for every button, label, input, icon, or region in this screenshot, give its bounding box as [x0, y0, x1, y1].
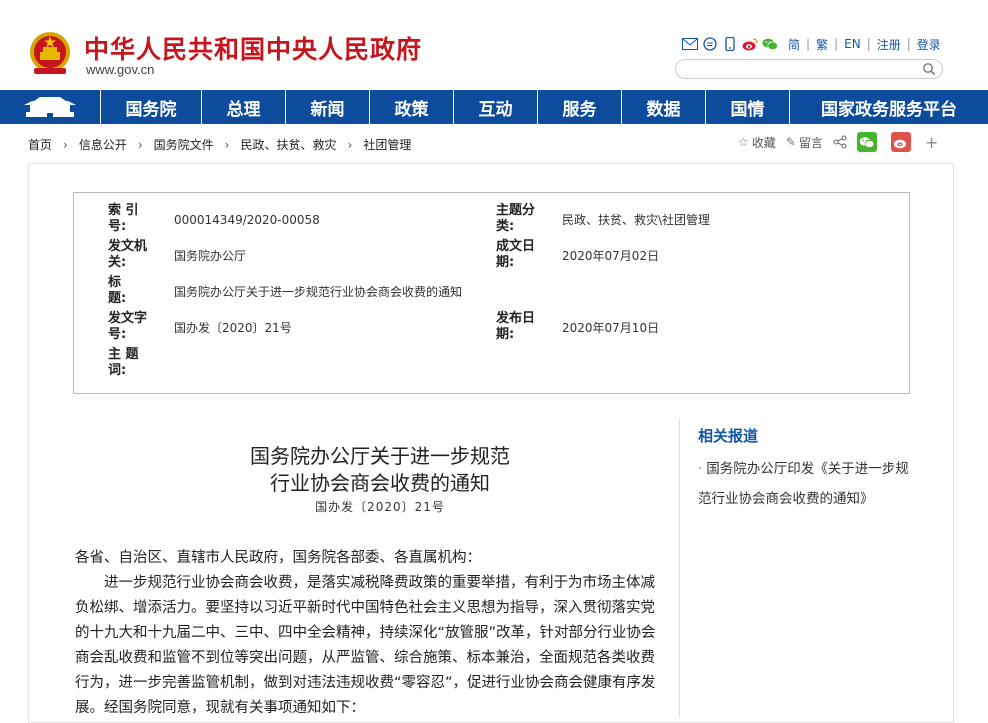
lang-simplified-link[interactable]: 简 [782, 36, 806, 53]
info-issuer-value: 国务院办公厅 [174, 249, 247, 263]
nav-item-interaction[interactable]: 互动 [454, 90, 538, 124]
favorite-label: 收藏 [751, 135, 776, 150]
nav-item-news[interactable]: 新闻 [286, 90, 370, 124]
nav-item-national-info[interactable]: 国情 [706, 90, 790, 124]
related-report-link[interactable]: · 国务院办公厅印发《关于进一步规范行业协会商会收费的通知》 [698, 454, 918, 514]
top-links: 简 | 繁 | EN | 注册 | 登录 [682, 36, 947, 52]
chevron-right-icon: › [347, 137, 353, 152]
share-weibo-icon[interactable] [890, 132, 911, 152]
document-title: 国务院办公厅关于进一步规范 行业协会商会收费的通知 [170, 443, 590, 497]
nav-home-logo[interactable] [0, 90, 101, 124]
nav-item-service[interactable]: 服务 [538, 90, 622, 124]
info-title-value: 国务院办公厅关于进一步规范行业协会商会收费的通知 [174, 285, 463, 299]
mail-icon[interactable] [682, 37, 698, 51]
search-icon[interactable] [922, 62, 936, 76]
favorite-button[interactable]: ☆ 收藏 [738, 134, 776, 151]
info-docno-label: 发文字号: [108, 311, 148, 342]
info-index: 索 引 号: 000014349/2020-00058 [108, 203, 320, 235]
search-box [675, 59, 943, 80]
comment-button[interactable]: ✎ 留言 [786, 134, 823, 151]
info-docno-value: 国办发〔2020〕21号 [174, 321, 292, 335]
document-title-line-2: 行业协会商会收费的通知 [270, 471, 490, 495]
info-date-label: 成文日期: [496, 239, 536, 270]
share-icon [833, 135, 847, 149]
breadcrumb-association-mgmt[interactable]: 社团管理 [363, 136, 411, 153]
info-date-value: 2020年07月02日 [562, 249, 660, 263]
info-issuer-label: 发文机关: [108, 239, 148, 270]
document-body: 各省、自治区、直辖市人民政府，国务院各部委、各直属机构： 进一步规范行业协会商会… [75, 546, 665, 721]
share-button[interactable] [833, 135, 847, 149]
info-pubdate: 发布日期: 2020年07月10日 [496, 311, 659, 343]
chevron-right-icon: › [137, 137, 143, 152]
info-title: 标 题: 国务院办公厅关于进一步规范行业协会商会收费的通知 [108, 275, 462, 307]
nav-item-policy[interactable]: 政策 [370, 90, 454, 124]
star-icon: ☆ [738, 135, 749, 149]
main-nav: 国务院 总理 新闻 政策 互动 服务 数据 国情 国家政务服务平台 [0, 90, 988, 124]
breadcrumb-state-council-docs[interactable]: 国务院文件 [154, 136, 214, 153]
nav-item-state-council[interactable]: 国务院 [101, 90, 202, 124]
document-title-line-1: 国务院办公厅关于进一步规范 [250, 444, 510, 468]
info-issuer: 发文机关: 国务院办公厅 [108, 239, 246, 271]
bullet-icon: · [698, 461, 703, 477]
chevron-right-icon: › [63, 137, 68, 152]
info-title-label: 标 题: [108, 275, 148, 306]
sidebar-divider [679, 418, 680, 718]
info-docno: 发文字号: 国办发〔2020〕21号 [108, 311, 292, 343]
search-input[interactable] [686, 62, 926, 80]
breadcrumb: 首页 › 信息公开 › 国务院文件 › 民政、扶贫、救灾 › 社团管理 [28, 136, 411, 153]
breadcrumb-info-disclosure[interactable]: 信息公开 [79, 136, 127, 153]
info-index-label: 索 引 号: [108, 203, 139, 234]
chat-icon[interactable] [702, 37, 718, 51]
lang-english-link[interactable]: EN [838, 37, 867, 51]
nav-item-gov-service-platform[interactable]: 国家政务服务平台 [790, 90, 988, 124]
info-pubdate-value: 2020年07月10日 [562, 321, 660, 335]
info-index-value: 000014349/2020-00058 [174, 213, 320, 227]
comment-label: 留言 [798, 135, 823, 150]
nav-item-premier[interactable]: 总理 [202, 90, 286, 124]
site-header: 中华人民共和国中央人民政府 www.gov.cn 简 | 繁 | EN | 注册… [0, 0, 988, 90]
document-salutation: 各省、自治区、直辖市人民政府，国务院各部委、各直属机构： [75, 550, 481, 566]
breadcrumb-bar: 首页 › 信息公开 › 国务院文件 › 民政、扶贫、救灾 › 社团管理 ☆ 收藏… [0, 124, 988, 164]
info-keywords: 主 题 词: [108, 347, 174, 379]
info-topic: 主题分类: 民政、扶贫、救灾\社团管理 [496, 203, 710, 235]
breadcrumb-home[interactable]: 首页 [28, 136, 52, 153]
weibo-icon[interactable] [742, 37, 758, 51]
pencil-icon: ✎ [785, 135, 796, 149]
related-report-text[interactable]: 国务院办公厅印发《关于进一步规范行业协会商会收费的通知》 [698, 461, 909, 507]
lang-traditional-link[interactable]: 繁 [810, 36, 834, 53]
register-link[interactable]: 注册 [871, 36, 907, 53]
document-paragraph: 进一步规范行业协会商会收费，是落实减税降费政策的重要举措，有利于为市场主体减负松… [75, 575, 656, 716]
site-url[interactable]: www.gov.cn [86, 62, 154, 77]
page-tools: ☆ 收藏 ✎ 留言 + [738, 132, 938, 152]
related-reports-title: 相关报道 [698, 427, 759, 445]
chevron-right-icon: › [224, 137, 230, 152]
national-emblem-icon[interactable] [28, 30, 72, 76]
document-number: 国办发〔2020〕21号 [315, 500, 445, 514]
info-keywords-label: 主 题 词: [108, 347, 139, 378]
info-pubdate-label: 发布日期: [496, 311, 536, 342]
breadcrumb-civil-affairs[interactable]: 民政、扶贫、救灾 [240, 136, 336, 153]
more-share-icon[interactable]: + [925, 133, 938, 152]
login-link[interactable]: 登录 [911, 36, 947, 53]
share-wechat-icon[interactable] [856, 132, 877, 152]
nav-item-data[interactable]: 数据 [622, 90, 706, 124]
site-name[interactable]: 中华人民共和国中央人民政府 [84, 30, 422, 66]
info-date: 成文日期: 2020年07月02日 [496, 239, 659, 271]
info-topic-value: 民政、扶贫、救灾\社团管理 [562, 213, 711, 227]
info-topic-label: 主题分类: [496, 203, 536, 234]
mobile-icon[interactable] [722, 37, 738, 51]
tiananmen-icon [24, 97, 76, 117]
wechat-icon[interactable] [762, 37, 778, 51]
